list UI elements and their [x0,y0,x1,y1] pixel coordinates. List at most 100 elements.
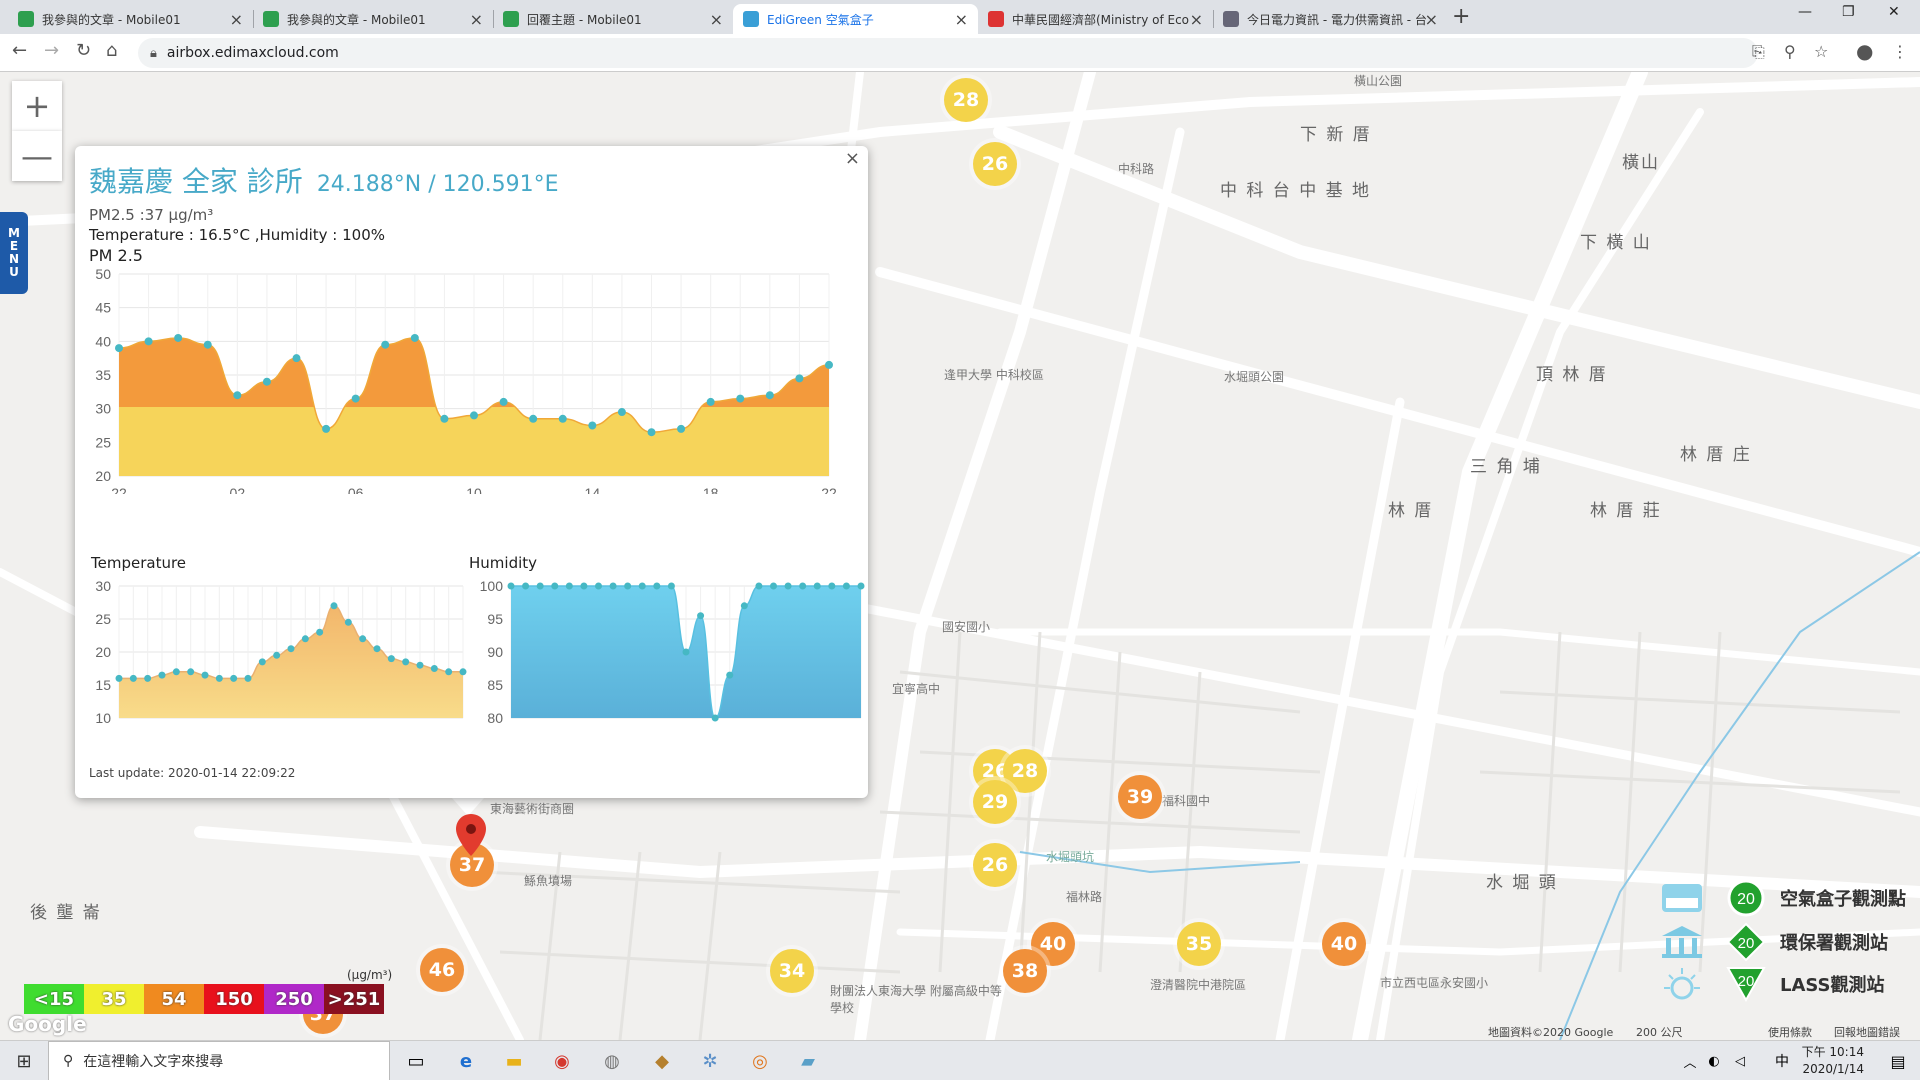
profile-icon[interactable]: ● [1856,39,1873,63]
map-label: 頂 林 厝 [1536,365,1608,385]
clock[interactable]: 下午 10:14 2020/1/14 [1802,1044,1864,1078]
aqi-marker[interactable]: 26 [973,142,1017,186]
reload-icon[interactable]: ↻ [76,40,91,61]
forward-icon[interactable]: → [44,40,59,61]
tab-favicon-icon [503,11,519,27]
data-point [187,668,195,676]
star-icon[interactable]: ☆ [1814,42,1828,61]
data-point [624,582,632,590]
url-field[interactable]: 🔒︎ airbox.edimaxcloud.com [138,38,1758,68]
legend-epa[interactable]: 20 環保署觀測站 [1660,922,1888,962]
aqi-marker[interactable]: 34 [770,949,814,993]
data-point [609,582,617,590]
data-point [144,337,153,346]
aqi-marker[interactable]: 40 [1322,922,1366,966]
data-point [795,374,804,383]
volume-icon[interactable]: ◁ [1726,1047,1754,1075]
data-point [565,582,573,590]
app-icon[interactable]: ◆ [648,1047,676,1075]
aqi-marker[interactable]: 38 [1003,949,1047,993]
zoom-in-button[interactable]: + [12,81,62,131]
zoom-out-button[interactable]: — [12,131,62,181]
taskbar-search[interactable]: ⚲ 在這裡輸入文字來搜尋 [48,1041,390,1080]
aqi-marker[interactable]: 39 [1118,775,1162,819]
task-view-icon[interactable]: ▭ [402,1047,430,1075]
popup-close-button[interactable]: × [845,148,860,169]
x-tick-label: 18 [703,485,719,494]
location-pin-icon[interactable] [454,812,488,858]
browser-tab-bar: 我參與的文章 - Mobile01 × 我參與的文章 - Mobile01 × 回覆主題… [0,0,1920,34]
terms-link[interactable]: 使用條款 [1768,1024,1812,1040]
aqi-marker[interactable]: 46 [420,948,464,992]
report-error-link[interactable]: 回報地圖錯誤 [1834,1024,1900,1040]
zoom-icon[interactable]: ⚲ [1784,42,1796,61]
map-label: 市立西屯區永安國小 [1380,976,1489,990]
app-icon[interactable]: ✲ [696,1047,724,1075]
edge-icon[interactable]: e [452,1047,480,1075]
y-tick-label: 85 [487,677,503,693]
aqi-marker[interactable]: 35 [1177,922,1221,966]
y-tick-label: 90 [487,644,503,660]
data-point [330,602,338,610]
tab-close-icon[interactable]: × [955,10,968,29]
browser-tab[interactable]: 回覆主題 - Mobile01 × [493,4,733,34]
map-scale-bar[interactable]: 200 公尺 [1636,1024,1683,1040]
data-point [799,582,807,590]
maximize-button[interactable]: ❐ [1842,4,1855,20]
google-logo: Google [8,1012,87,1036]
ime-indicator[interactable]: 中 [1768,1047,1796,1075]
app-icon[interactable]: ▰ [794,1047,822,1075]
last-update: Last update: 2020-01-14 22:09:22 [89,766,296,780]
close-window-button[interactable]: ✕ [1888,4,1900,20]
browser-tab[interactable]: 我參與的文章 - Mobile01 × [253,4,493,34]
tab-close-icon[interactable]: × [710,10,723,29]
building-icon [1662,926,1702,958]
back-icon[interactable]: ← [12,40,27,61]
aqi-marker[interactable]: 29 [973,780,1017,824]
notification-icon[interactable]: ▤ [1884,1047,1912,1075]
legend-lass[interactable]: 20 LASS觀測站 [1660,964,1885,1004]
tab-close-icon[interactable]: × [230,10,243,29]
network-icon[interactable]: ◐ [1700,1047,1728,1075]
data-point [416,661,424,669]
file-explorer-icon[interactable]: ▬ [500,1047,528,1075]
tab-close-icon[interactable]: × [1425,10,1438,29]
tab-label: 回覆主題 - Mobile01 [527,12,642,27]
pm-scale-legend: <15 35 54 150 250 >251 [24,984,384,1014]
data-point [115,344,123,353]
aqi-marker[interactable]: 28 [944,78,988,122]
y-tick-label: 30 [95,401,111,417]
tab-close-icon[interactable]: × [1190,10,1203,29]
menu-tab[interactable]: M E N U [0,212,28,294]
data-point [174,333,183,342]
tab-label: 我參與的文章 - Mobile01 [42,12,181,27]
windows-start-icon[interactable]: ⊞ [10,1047,38,1075]
scale-step: <15 [24,984,84,1014]
chrome-icon[interactable]: ◉ [548,1047,576,1075]
scale-step: 35 [84,984,144,1014]
minimize-button[interactable]: — [1798,4,1812,20]
data-point [430,665,438,672]
app-icon[interactable]: ◎ [746,1047,774,1075]
tab-close-icon[interactable]: × [470,10,483,29]
browser-tab[interactable]: 今日電力資訊 - 電力供需資訊 - 台 × [1213,4,1448,34]
y-tick-label: 40 [95,333,111,349]
scale-step: 54 [144,984,204,1014]
browser-tab[interactable]: EdiGreen 空氣盒子 × [733,4,978,34]
data-point [825,360,833,369]
aqi-marker[interactable]: 26 [973,843,1017,887]
data-point [410,333,419,342]
browser-tab[interactable]: 我參與的文章 - Mobile01 × [8,4,253,34]
data-point [440,414,449,423]
new-tab-button[interactable]: + [1452,4,1470,29]
home-icon[interactable]: ⌂ [106,40,117,61]
translate-icon[interactable]: ⎘ [1752,42,1765,62]
map-label: 國安國小 [942,620,991,634]
more-menu-icon[interactable]: ⋮ [1892,42,1908,61]
temperature-chart: 10 15 20 25 30 [95,578,467,726]
legend-airbox[interactable]: 20 空氣盒子觀測點 [1660,878,1906,918]
humidity-chart: 80 85 90 95 100 [480,578,865,726]
app-icon[interactable]: ◍ [598,1047,626,1075]
humidity-chart-title: Humidity [469,554,538,572]
browser-tab[interactable]: 中華民國經濟部(Ministry of Eco × [978,4,1213,34]
